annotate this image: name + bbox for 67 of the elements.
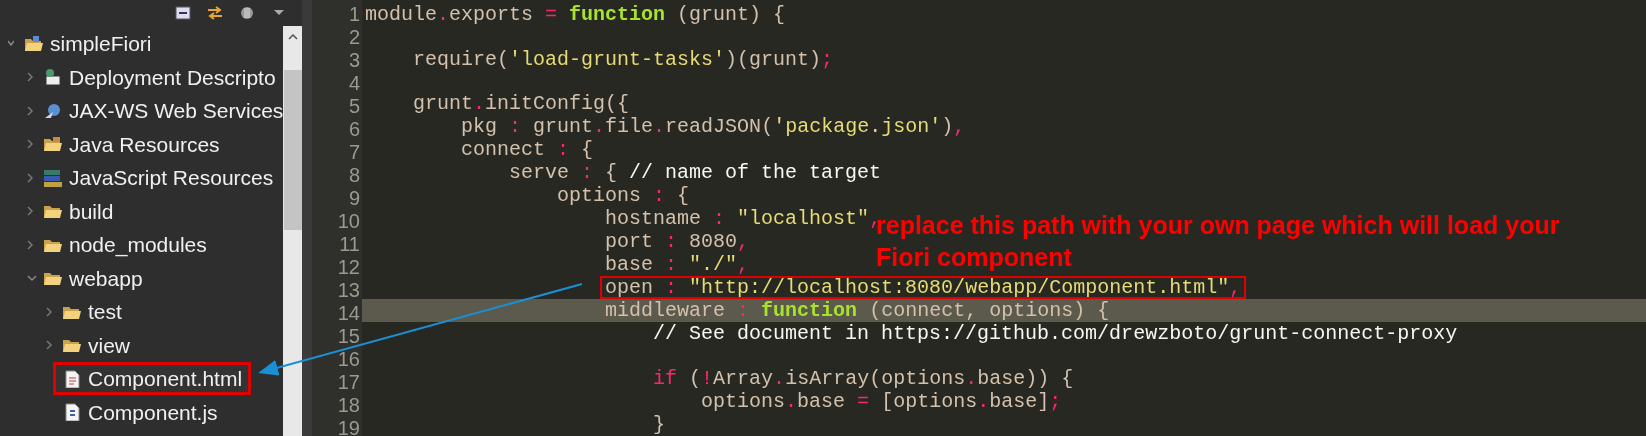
line-number: 7 xyxy=(348,141,360,163)
collapsed-chevron-icon[interactable] xyxy=(27,139,34,150)
code-line: // See document in https://github.com/drewzboto/grunt-connect-proxy xyxy=(652,322,1458,346)
line-number: 4 xyxy=(348,72,360,94)
code-line: if (!Array.isArray(options.base)) { xyxy=(652,367,1074,390)
tree-item[interactable]: Component.html xyxy=(53,362,252,396)
scroll-up-icon[interactable] xyxy=(287,34,298,40)
tree-item[interactable]: node_modules xyxy=(43,229,207,261)
line-number: 5 xyxy=(348,95,360,117)
collapsed-chevron-icon[interactable] xyxy=(27,105,34,116)
code-line: options : { xyxy=(556,184,690,208)
collapsed-chevron-icon[interactable] xyxy=(27,206,34,217)
line-number: 16 xyxy=(337,348,360,370)
code-line: serve : { // name of the target xyxy=(508,161,882,185)
line-number: 11 xyxy=(339,233,360,255)
scrollbar[interactable] xyxy=(283,26,302,436)
code-line: require('load-grunt-tasks')(grunt); xyxy=(412,47,834,71)
line-number: 13 xyxy=(337,279,360,301)
code-line: middleware : function (connect, options) { xyxy=(604,299,1110,323)
expanded-chevron-icon[interactable] xyxy=(27,274,37,282)
line-number: 10 xyxy=(337,210,360,232)
code-line: connect : { xyxy=(460,138,594,162)
collapsed-chevron-icon[interactable] xyxy=(46,340,53,351)
tree-item[interactable]: test xyxy=(62,296,122,328)
globe-icon xyxy=(43,101,63,120)
line-number: 12 xyxy=(337,256,360,278)
tree-item[interactable]: JAX-WS Web Services xyxy=(43,95,284,127)
tree-item[interactable]: Java Resources xyxy=(43,128,220,160)
tree-item[interactable]: simpleFiori xyxy=(24,28,152,60)
collapsed-chevron-icon[interactable] xyxy=(27,172,34,183)
project-icon xyxy=(24,34,44,53)
collapsed-chevron-icon[interactable] xyxy=(27,239,34,250)
expanded-chevron-icon[interactable] xyxy=(8,40,14,48)
line-number: 6 xyxy=(348,118,360,140)
tree-item[interactable]: Component.js xyxy=(62,396,218,428)
code-line: module.exports = function (grunt) { xyxy=(364,3,786,26)
line-number: 19 xyxy=(337,417,360,436)
line-number: 2 xyxy=(348,26,360,48)
collapsed-chevron-icon[interactable] xyxy=(46,306,53,317)
collapsed-chevron-icon[interactable] xyxy=(27,72,34,83)
line-number: 1 xyxy=(348,3,360,25)
link-arrows-icon[interactable] xyxy=(206,4,224,22)
line-number: 18 xyxy=(337,394,360,416)
line-number: 17 xyxy=(337,371,360,393)
code-line: base : "./", xyxy=(604,253,750,277)
code-line: } xyxy=(652,413,666,436)
line-number: 15 xyxy=(337,325,360,347)
collapse-all-icon[interactable] xyxy=(174,4,192,22)
html-file-icon xyxy=(62,369,82,388)
code-line: port : 8080, xyxy=(604,230,750,254)
descriptor-icon xyxy=(43,68,63,87)
tree-item[interactable]: Deployment Descripto xyxy=(43,61,276,93)
line-number: 14 xyxy=(337,302,360,324)
package-folder-icon xyxy=(43,135,63,154)
line-number: 9 xyxy=(348,187,360,209)
line-number: 3 xyxy=(348,49,360,71)
code-line: grunt.initConfig({ xyxy=(412,92,630,116)
tree-item[interactable]: build xyxy=(43,195,114,227)
scroll-thumb[interactable] xyxy=(283,70,302,230)
js-file-icon xyxy=(62,403,82,422)
tree-item[interactable]: JavaScript Resources xyxy=(43,162,274,194)
tree-item[interactable]: view xyxy=(62,329,130,361)
code-line: options.base = [options.base]; xyxy=(700,390,1062,413)
tree-item[interactable]: webapp xyxy=(43,262,143,294)
line-number: 8 xyxy=(348,164,360,186)
code-line: pkg : grunt.file.readJSON('package.json'), xyxy=(460,115,966,139)
books-icon xyxy=(43,168,63,187)
